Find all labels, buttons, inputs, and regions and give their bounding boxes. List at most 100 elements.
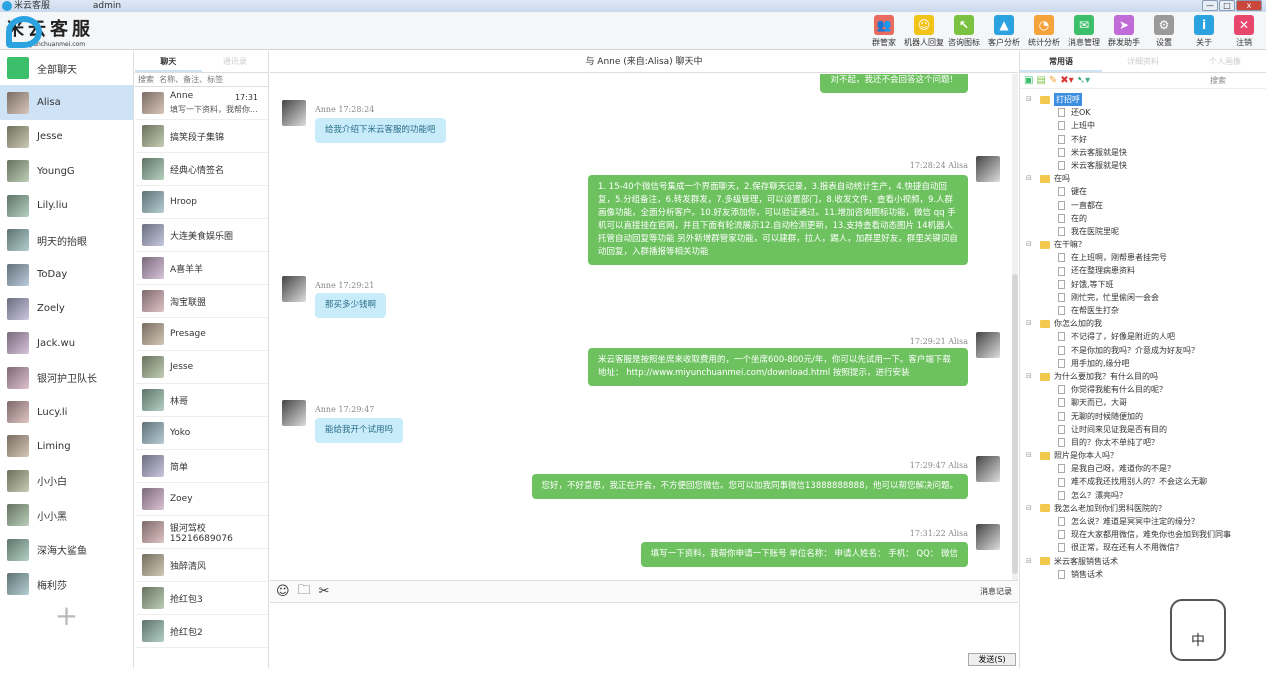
phrase-group[interactable]: ⊟ 在吗 bbox=[1026, 172, 1266, 185]
folder-icon[interactable]: 🗀 bbox=[298, 581, 311, 603]
contact-item[interactable]: 淘宝联盟 bbox=[135, 285, 268, 318]
add-folder-icon[interactable]: ▣ bbox=[1024, 75, 1033, 86]
phrase-group[interactable]: ⊟ 米云客服销售话术 bbox=[1026, 555, 1266, 568]
account-item[interactable]: Jack.wu bbox=[0, 326, 133, 360]
phrase-group[interactable]: ⊟ 你怎么加的我 bbox=[1026, 317, 1266, 330]
collapse-toggle-icon[interactable]: ⊟ bbox=[1026, 93, 1032, 106]
phrase-item[interactable]: 在的 bbox=[1026, 212, 1266, 225]
collapse-toggle-icon[interactable]: ⊟ bbox=[1026, 370, 1032, 383]
contact-item[interactable]: Jesse bbox=[135, 351, 268, 384]
phrase-group[interactable]: ⊟ 照片是你本人吗？ bbox=[1026, 449, 1266, 462]
phrase-item[interactable]: 米云客服就是快 bbox=[1026, 146, 1266, 159]
collapse-toggle-icon[interactable]: ⊟ bbox=[1026, 238, 1032, 251]
toolbar-button-group[interactable]: 👥 群管家 bbox=[864, 15, 904, 48]
phrase-group[interactable]: ⊟ 在干嘛？ bbox=[1026, 238, 1266, 251]
phrase-item[interactable]: 不记得了，好像是附近的人吧 bbox=[1026, 330, 1266, 343]
phrase-item[interactable]: 不是你加的我吗？介意成为好友吗？ bbox=[1026, 344, 1266, 357]
account-item[interactable]: 梅利莎 bbox=[0, 567, 133, 601]
phrase-item[interactable]: 还OK bbox=[1026, 106, 1266, 119]
collapse-toggle-icon[interactable]: ⊟ bbox=[1026, 172, 1032, 185]
tab-contacts[interactable]: 通讯录 bbox=[202, 51, 269, 72]
toolbar-button-robot[interactable]: ☺ 机器人回复 bbox=[904, 15, 944, 48]
phrase-item[interactable]: 在帮医生打杂 bbox=[1026, 304, 1266, 317]
phrase-item[interactable]: 刚忙完，忙里偷闲一会会 bbox=[1026, 291, 1266, 304]
phrase-group[interactable]: ⊟ 打招呼 bbox=[1026, 93, 1266, 107]
contact-item[interactable]: Anne 填写一下资料，我帮你... 17:31 bbox=[135, 87, 268, 120]
phrase-item[interactable]: 无聊的时候随便加的 bbox=[1026, 410, 1266, 423]
contact-item[interactable]: 独醉清风 bbox=[135, 549, 268, 582]
message-input[interactable] bbox=[270, 603, 1018, 650]
account-item[interactable]: ToDay bbox=[0, 257, 133, 291]
phrase-item[interactable]: 米云客服就是快 bbox=[1026, 159, 1266, 172]
toolbar-button-pie-chart[interactable]: ◔ 统计分析 bbox=[1024, 15, 1064, 48]
minimize-button[interactable]: — bbox=[1202, 0, 1218, 11]
contact-item[interactable]: Hroop bbox=[135, 186, 268, 219]
phrase-item[interactable]: 目的？你太不单纯了吧？ bbox=[1026, 436, 1266, 449]
phrase-item[interactable]: 上班中 bbox=[1026, 119, 1266, 132]
contact-item[interactable]: 抢红包3 bbox=[135, 582, 268, 615]
phrase-item[interactable]: 不好 bbox=[1026, 133, 1266, 146]
contact-item[interactable]: Presage bbox=[135, 318, 268, 351]
phrase-item[interactable]: 销售话术 bbox=[1026, 568, 1266, 581]
phrase-item[interactable]: 键在 bbox=[1026, 185, 1266, 198]
account-item[interactable]: 小小白 bbox=[0, 464, 133, 498]
toolbar-button-send[interactable]: ➤ 群发助手 bbox=[1104, 15, 1144, 48]
phrase-item[interactable]: 聊天而已，大哥 bbox=[1026, 396, 1266, 409]
phrase-item[interactable]: 一直都在 bbox=[1026, 199, 1266, 212]
account-item[interactable]: Zoely bbox=[0, 292, 133, 326]
account-item[interactable]: 深海大鲨鱼 bbox=[0, 532, 133, 566]
tab-profile[interactable]: 个人画像 bbox=[1184, 51, 1266, 72]
contact-item[interactable]: 搞笑段子集锦 bbox=[135, 120, 268, 153]
collapse-toggle-icon[interactable]: ⊟ bbox=[1026, 502, 1032, 515]
phrase-item[interactable]: 是我自己呀，难道你的不是？ bbox=[1026, 462, 1266, 475]
contact-item[interactable]: 简单 bbox=[135, 450, 268, 483]
toolbar-button-info[interactable]: i 关于 bbox=[1184, 15, 1224, 48]
phrase-item[interactable]: 很正常，现在还有人不用微信？ bbox=[1026, 541, 1266, 554]
phrase-item[interactable]: 我在医院里呢 bbox=[1026, 225, 1266, 238]
toolbar-button-cursor[interactable]: ↖ 咨询图标 bbox=[944, 15, 984, 48]
tab-chats[interactable]: 聊天 bbox=[135, 51, 202, 72]
contact-item[interactable]: A喜羊羊 bbox=[135, 252, 268, 285]
add-account-button[interactable]: + bbox=[0, 601, 133, 631]
add-item-icon[interactable]: ▤ bbox=[1036, 75, 1045, 86]
delete-icon[interactable]: ✖▾ bbox=[1060, 75, 1073, 86]
phrase-item[interactable]: 现在大家都用微信，难免你也会加到我们同事 bbox=[1026, 528, 1266, 541]
toolbar-button-user-chart[interactable]: ▲ 客户分析 bbox=[984, 15, 1024, 48]
contact-item[interactable]: 银河驾校15216689076 bbox=[135, 516, 268, 549]
phrase-group[interactable]: ⊟ 为什么要加我？有什么目的吗 bbox=[1026, 370, 1266, 383]
phrase-item[interactable]: 怎么说？难道是冥冥中注定的缘分？ bbox=[1026, 515, 1266, 528]
account-item[interactable]: Liming bbox=[0, 429, 133, 463]
maximize-button[interactable]: □ bbox=[1219, 0, 1235, 11]
phrase-group[interactable]: ⊟ 我怎么老加到你们男科医院的？ bbox=[1026, 502, 1266, 515]
phrase-item[interactable]: 难不成我还找用别人的？不会这么无聊 bbox=[1026, 475, 1266, 488]
edit-icon[interactable]: ✎ bbox=[1049, 75, 1057, 86]
tab-details[interactable]: 详细资料 bbox=[1102, 51, 1184, 72]
phrase-item[interactable]: 怎么？漂亮吗？ bbox=[1026, 489, 1266, 502]
contact-item[interactable]: Zoey bbox=[135, 483, 268, 516]
account-item[interactable]: Lucy.li bbox=[0, 395, 133, 429]
tab-phrases[interactable]: 常用语 bbox=[1020, 51, 1102, 72]
account-item[interactable]: Jesse bbox=[0, 120, 133, 154]
phrase-item[interactable]: 好饿,等下班 bbox=[1026, 278, 1266, 291]
move-icon[interactable]: ➷▾ bbox=[1077, 75, 1090, 86]
collapse-toggle-icon[interactable]: ⊟ bbox=[1026, 317, 1032, 330]
contact-item[interactable]: Yoko bbox=[135, 417, 268, 450]
phrase-item[interactable]: 让时间来见证我是否有目的 bbox=[1026, 423, 1266, 436]
toolbar-button-message[interactable]: ✉ 消息管理 bbox=[1064, 15, 1104, 48]
phrase-item[interactable]: 还在整理病患资料 bbox=[1026, 264, 1266, 277]
toolbar-button-gear[interactable]: ⚙ 设置 bbox=[1144, 15, 1184, 48]
contact-search-input[interactable] bbox=[135, 73, 268, 87]
account-item[interactable]: 银河护卫队长 bbox=[0, 361, 133, 395]
emoji-icon[interactable]: ☺ bbox=[276, 584, 290, 599]
message-history-link[interactable]: 消息记录 bbox=[980, 586, 1012, 597]
account-item[interactable]: Alisa bbox=[0, 85, 133, 120]
collapse-toggle-icon[interactable]: ⊟ bbox=[1026, 555, 1032, 568]
account-item[interactable]: 明天的抬眼 bbox=[0, 223, 133, 257]
contact-item[interactable]: 抢红包2 bbox=[135, 615, 268, 648]
account-item[interactable]: Lily.liu bbox=[0, 189, 133, 223]
contact-item[interactable]: 经典心情签名 bbox=[135, 153, 268, 186]
account-item[interactable]: 小小黑 bbox=[0, 498, 133, 532]
account-item[interactable]: YoungG bbox=[0, 154, 133, 188]
contact-item[interactable]: 林哥 bbox=[135, 384, 268, 417]
phrase-item[interactable]: 用手加的,缘分吧 bbox=[1026, 357, 1266, 370]
